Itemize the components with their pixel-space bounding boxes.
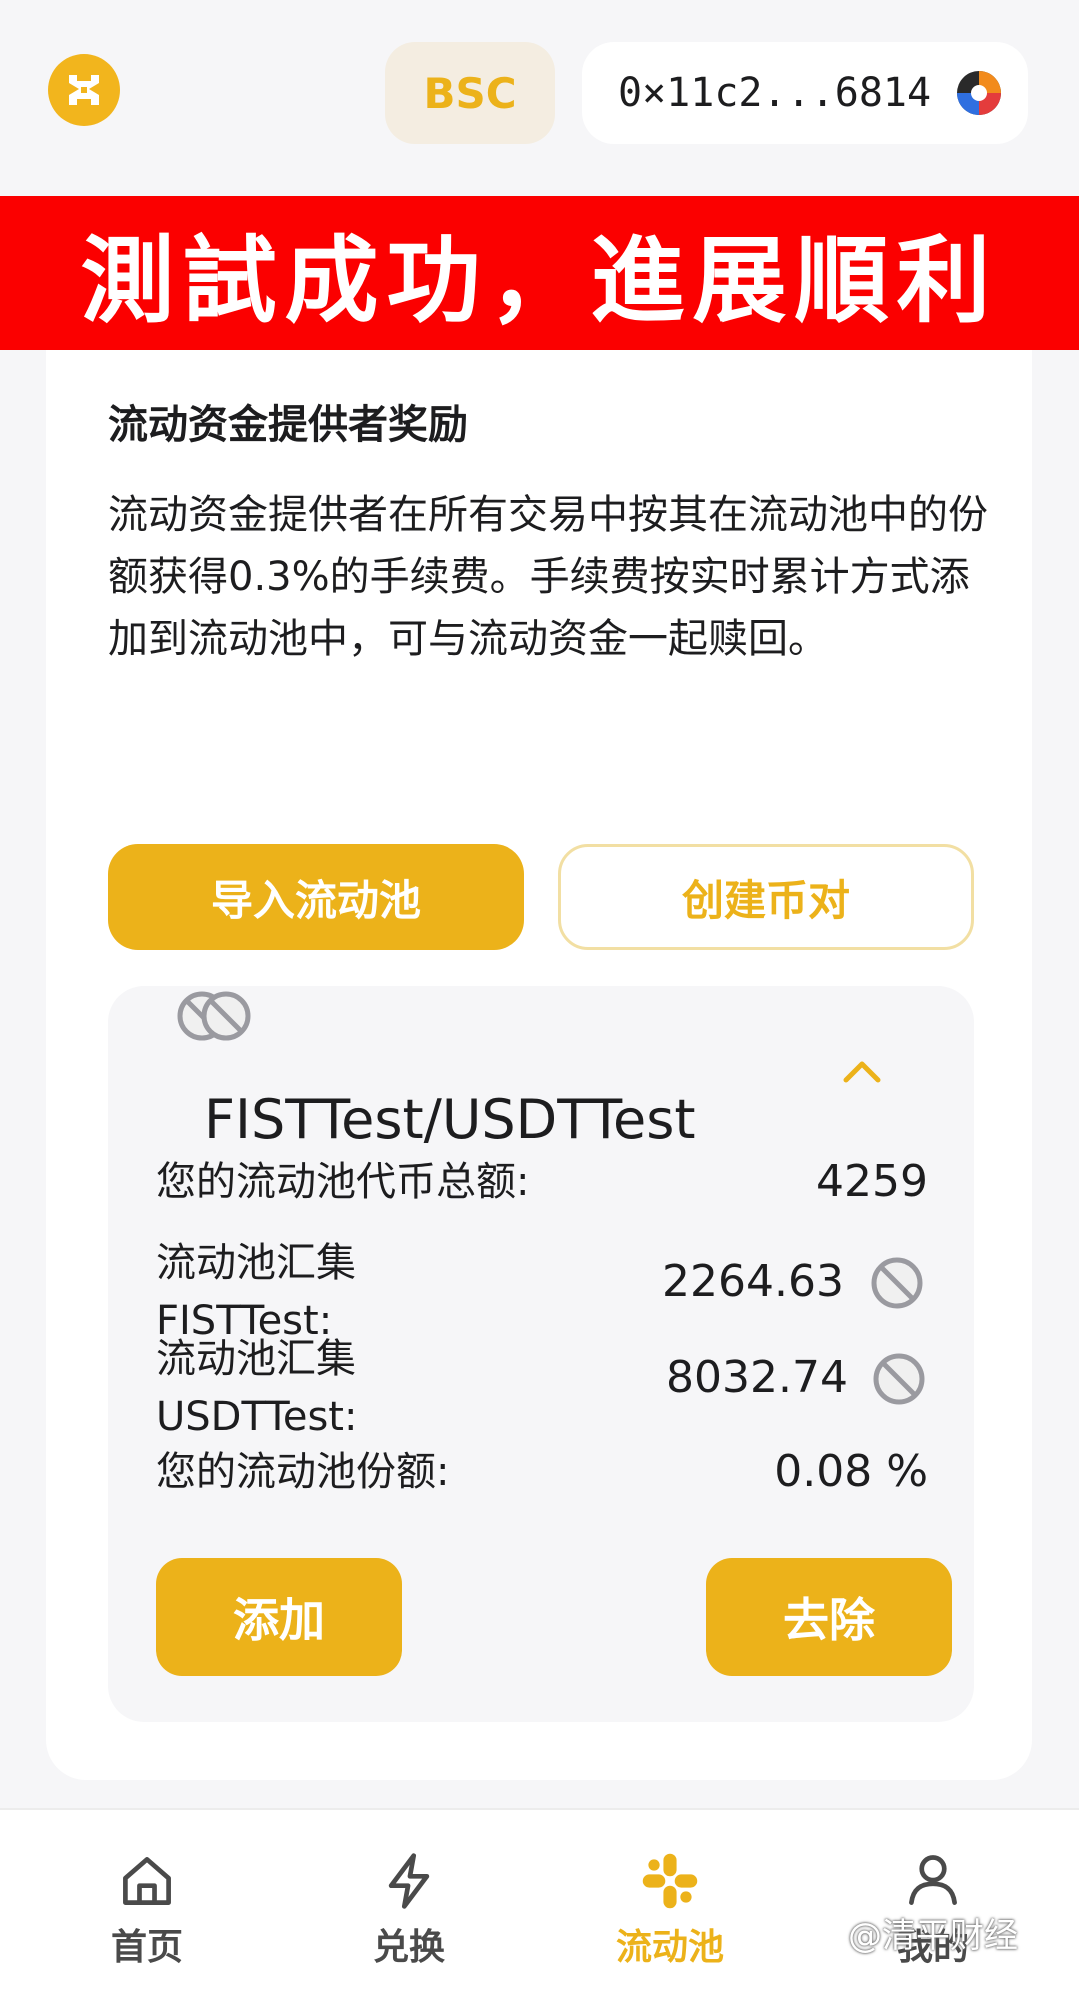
info-title: 流动资金提供者奖励 [108,402,468,448]
watermark-text: @清平财经 [848,1916,1018,1956]
nav-item-pool[interactable]: 流动池 [595,1850,745,1970]
wallet-avatar-icon [957,71,1001,115]
pooled-fist-value: 2264.63 [662,1256,844,1307]
info-description: 流动资金提供者在所有交易中按其在流动池中的份额获得0.3%的手续费。手续费按实时… [108,492,988,662]
pool-share-label: 您的流动池份额: [156,1449,450,1495]
create-pair-button[interactable]: 创建币对 [558,844,974,950]
lightning-icon [388,1853,430,1909]
collapse-chevron-icon[interactable] [840,1056,884,1086]
home-icon [123,1857,171,1905]
nav-label-swap: 兑换 [372,1927,445,1968]
pool-token-total-label: 您的流动池代币总额: [156,1159,530,1205]
remove-liquidity-button[interactable]: 去除 [706,1558,952,1676]
liquidity-card: 流动资金提供者奖励 流动资金提供者在所有交易中按其在流动池中的份额获得0.3%的… [46,350,1032,1780]
nav-label-home: 首页 [110,1927,183,1968]
add-liquidity-button[interactable]: 添加 [156,1558,402,1676]
pooled-usdt-label: 流动池汇集 USDTTest: [156,1336,358,1440]
pool-icon [642,1853,698,1909]
pair-name: FISTTest/USDTTest [204,1088,696,1151]
pooled-usdt-value: 8032.74 [666,1352,848,1403]
nav-label-pool: 流动池 [615,1927,724,1968]
user-icon [909,1855,957,1905]
pool-position-panel: FISTTest/USDTTest 您的流动池代币总额: 4259 流动池汇集 … [108,986,974,1722]
app-logo-icon[interactable] [48,54,120,126]
usdt-token-icon [873,1353,925,1405]
bottom-navigation: 首页 兑换 流动池 我的 [0,1808,1079,2005]
wallet-address-button[interactable]: 0×11c2...6814 [582,42,1028,144]
token-pair-icon [177,991,251,1041]
nav-item-home[interactable]: 首页 [72,1850,222,1970]
nav-item-swap[interactable]: 兑换 [334,1850,484,1970]
pool-token-total-value: 4259 [816,1156,928,1207]
banner-text: 測試成功，進展順利 [80,227,999,336]
import-pool-button[interactable]: 导入流动池 [108,844,524,950]
wallet-address: 0×11c2...6814 [618,70,932,116]
pool-share-value: 0.08 % [774,1446,928,1497]
fist-token-icon [871,1257,923,1309]
top-header: BSC 0×11c2...6814 [0,0,1079,196]
chain-selector-button[interactable]: BSC [385,42,555,144]
announcement-banner: 測試成功，進展順利 [0,196,1079,350]
